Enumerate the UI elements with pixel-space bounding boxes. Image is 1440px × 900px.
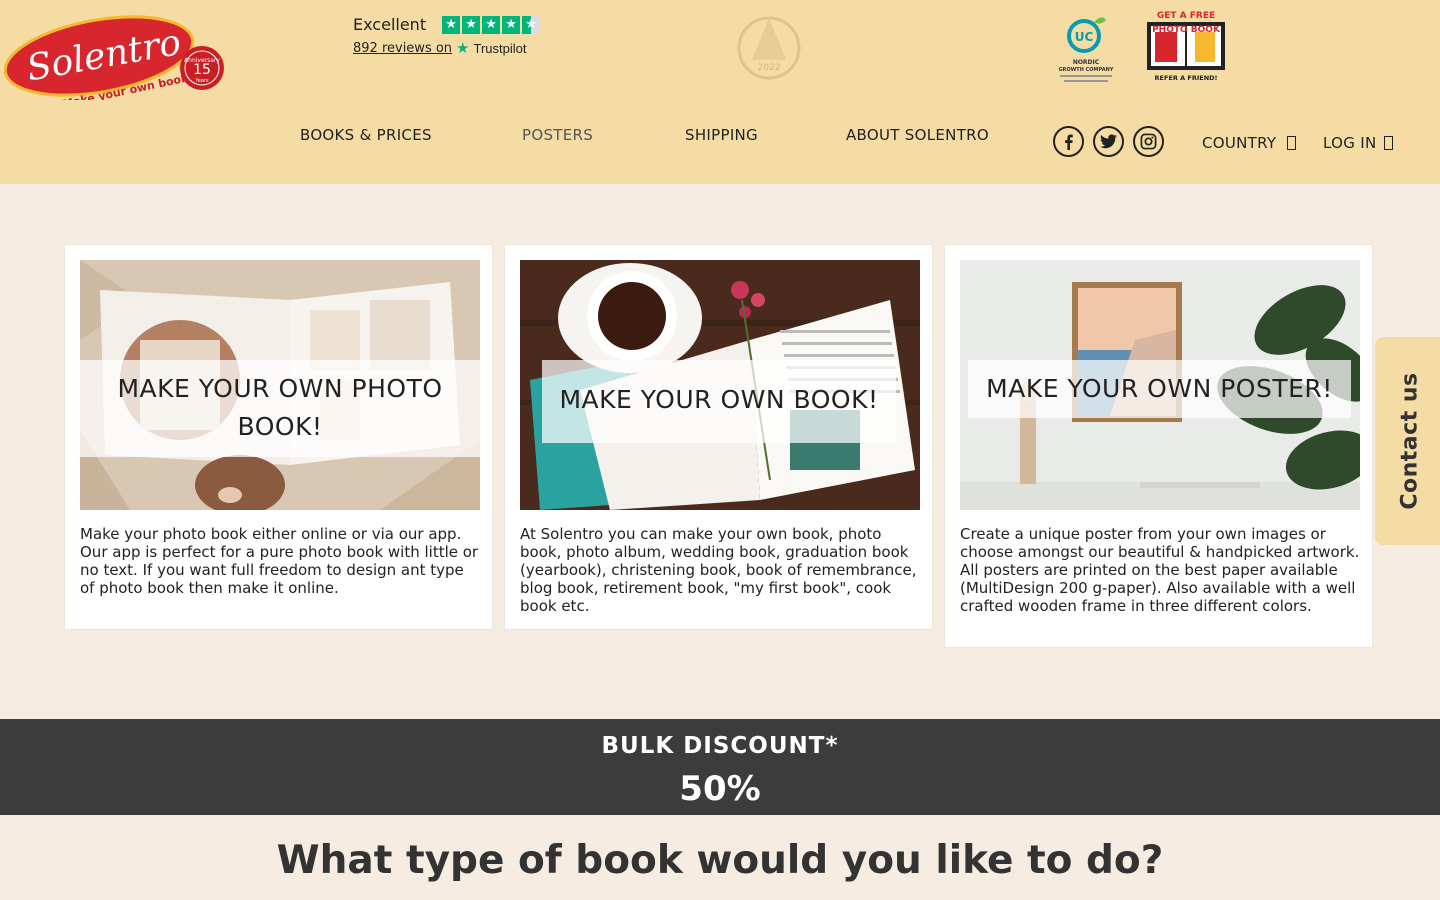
trustpilot-stars: ★ ★ ★ ★ ★ bbox=[442, 15, 541, 34]
contact-us-label: Contact us bbox=[1397, 372, 1423, 510]
bulk-discount-title: BULK DISCOUNT* bbox=[601, 733, 839, 759]
half-star-icon: ★ bbox=[522, 15, 541, 34]
card-photo-book-image[interactable]: MAKE YOUR OWN PHOTO BOOK! bbox=[80, 260, 480, 510]
login-link[interactable]: LOG IN bbox=[1323, 134, 1393, 152]
nav-posters[interactable]: POSTERS bbox=[522, 126, 593, 144]
country-label: COUNTRY bbox=[1202, 134, 1277, 152]
free-photobook-promo[interactable]: GET A FREE PHOTO BOOK REFER A FRIEND! bbox=[1143, 8, 1229, 84]
instagram-icon[interactable] bbox=[1133, 126, 1164, 157]
nav-books-prices[interactable]: BOOKS & PRICES bbox=[300, 126, 432, 144]
promo-line1: GET A FREE bbox=[1157, 11, 1215, 21]
card-photo-book-title[interactable]: MAKE YOUR OWN PHOTO BOOK! bbox=[80, 360, 480, 457]
card-own-poster[interactable]: MAKE YOUR OWN POSTER! Create a unique po… bbox=[944, 244, 1373, 648]
badge-bottom-text: Years bbox=[194, 78, 209, 84]
award-badge: 2022 bbox=[732, 8, 806, 82]
card-own-book-description: At Solentro you can make your own book, … bbox=[520, 525, 917, 615]
promo-line3: REFER A FRIEND! bbox=[1155, 74, 1218, 82]
svg-text:UC: UC bbox=[1075, 30, 1094, 44]
site-header: Solentro Make your own book Anniversary … bbox=[0, 0, 1440, 184]
nav-about-solentro[interactable]: ABOUT SOLENTRO bbox=[846, 126, 989, 144]
section-heading: What type of book would you like to do? bbox=[276, 838, 1164, 883]
trustpilot-rating-label: Excellent bbox=[353, 15, 427, 34]
star-icon: ★ bbox=[482, 15, 501, 34]
bulk-discount-banner[interactable]: BULK DISCOUNT* 50% bbox=[0, 719, 1440, 815]
trustpilot-widget[interactable]: Excellent ★ ★ ★ ★ ★ 892 reviews on ★ Tru… bbox=[353, 15, 553, 57]
card-photo-book-description: Make your photo book either online or vi… bbox=[80, 525, 479, 597]
card-own-book[interactable]: MAKE YOUR OWN BOOK! At Solentro you can … bbox=[504, 244, 933, 630]
award-year: 2022 bbox=[758, 63, 781, 73]
card-own-book-title[interactable]: MAKE YOUR OWN BOOK! bbox=[542, 360, 896, 443]
facebook-icon[interactable] bbox=[1053, 126, 1084, 157]
card-own-book-image[interactable]: MAKE YOUR OWN BOOK! bbox=[520, 260, 920, 510]
nordic-title: NORDIC bbox=[1073, 59, 1100, 66]
nav-shipping[interactable]: SHIPPING bbox=[685, 126, 758, 144]
star-icon: ★ bbox=[502, 15, 521, 34]
promo-line2: PHOTO BOOK bbox=[1152, 25, 1221, 35]
contact-us-tab[interactable]: Contact us bbox=[1375, 337, 1440, 545]
country-flag-icon bbox=[1287, 136, 1297, 150]
card-own-poster-title[interactable]: MAKE YOUR OWN POSTER! bbox=[968, 360, 1351, 418]
country-selector[interactable]: COUNTRY bbox=[1202, 134, 1297, 152]
card-own-poster-description: Create a unique poster from your own ima… bbox=[960, 525, 1360, 615]
bulk-discount-value: 50% bbox=[679, 769, 761, 809]
solentro-logo[interactable]: Solentro Make your own book Anniversary … bbox=[2, 8, 230, 111]
card-photo-book[interactable]: MAKE YOUR OWN PHOTO BOOK! Make your phot… bbox=[64, 244, 493, 630]
login-label: LOG IN bbox=[1323, 134, 1377, 152]
badge-number: 15 bbox=[193, 62, 211, 78]
star-icon: ★ bbox=[462, 15, 481, 34]
star-icon: ★ bbox=[442, 15, 461, 34]
trustpilot-reviews-link[interactable]: 892 reviews on bbox=[353, 41, 452, 56]
login-icon bbox=[1383, 136, 1393, 150]
card-own-poster-image[interactable]: MAKE YOUR OWN POSTER! bbox=[960, 260, 1360, 510]
nordic-growth-badge: UC NORDIC GROWTH COMPANY bbox=[1050, 12, 1122, 84]
trustpilot-star-icon: ★ bbox=[456, 39, 470, 57]
twitter-icon[interactable] bbox=[1093, 126, 1124, 157]
nordic-subtitle: GROWTH COMPANY bbox=[1059, 67, 1114, 73]
trustpilot-name: Trustpilot bbox=[473, 40, 527, 56]
